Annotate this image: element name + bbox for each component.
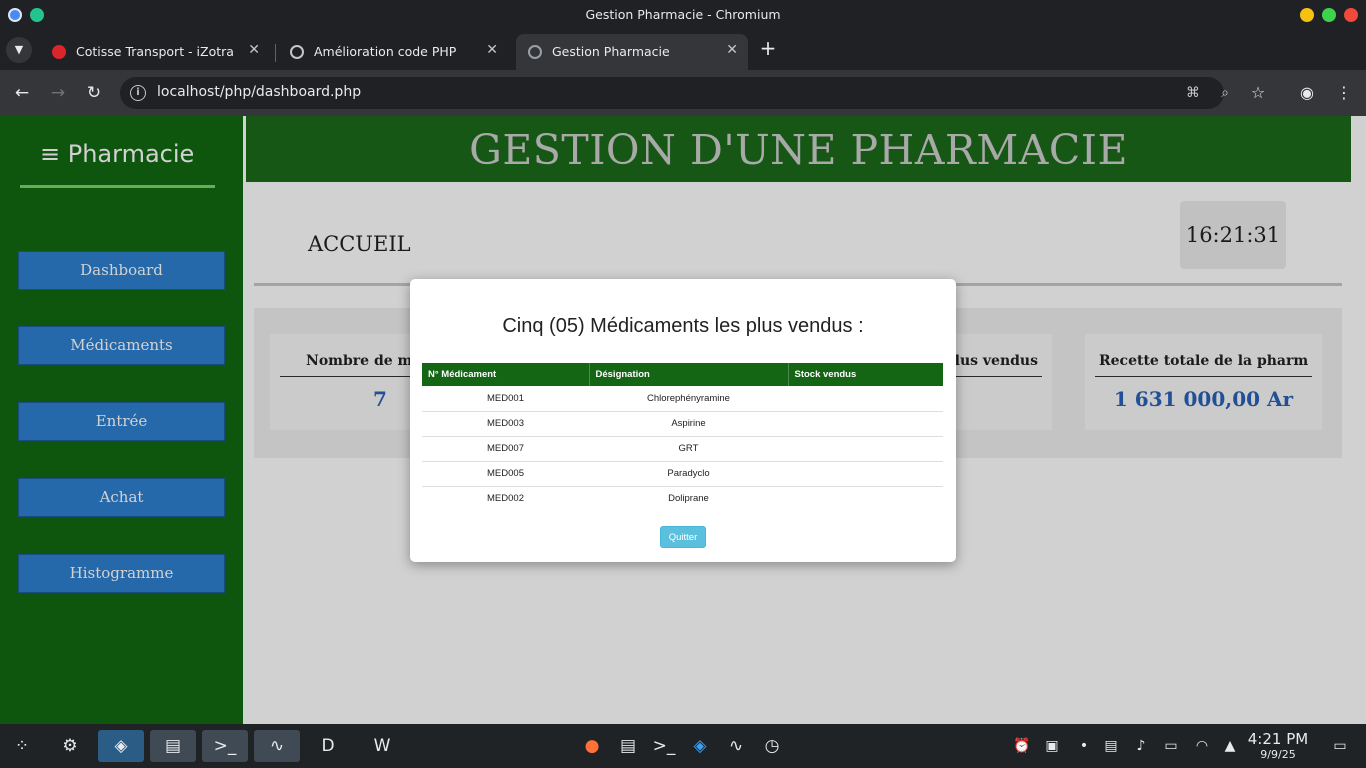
files-dock-icon[interactable]: ▤ [612,730,644,762]
table-row: MED001 Chlorephényramine [422,386,943,412]
table-cell: MED007 [422,436,589,462]
close-icon[interactable]: ✕ [486,42,498,58]
system-monitor-taskbar-icon[interactable]: ∿ [254,730,300,762]
table-cell [788,436,943,462]
table-row: MED002 Doliprane [422,486,943,511]
table-cell: GRT [589,436,788,462]
table-cell: Chlorephényramine [589,386,788,412]
settings-gear-icon[interactable]: ⚙ [54,730,86,762]
new-tab-button[interactable]: + [756,36,780,60]
files-taskbar-icon[interactable]: ▤ [150,730,196,762]
firefox-dock-icon[interactable]: ● [576,730,608,762]
column-header: Désignation [589,363,789,386]
window-title: Gestion Pharmacie - Chromium [585,7,781,22]
battery-icon[interactable]: ▭ [1161,736,1181,756]
chevron-down-icon: ▼ [14,43,24,56]
tab-search-button[interactable]: ▼ [6,37,32,63]
arrow-right-icon: → [50,83,66,103]
alarm-icon[interactable]: ⏰ [1012,736,1032,756]
table-row: MED005 Paradyclo [422,461,943,487]
close-icon[interactable]: ✕ [248,42,260,58]
wifi-icon[interactable]: ◠ [1192,736,1212,756]
reload-icon: ↻ [86,83,102,103]
workbench-taskbar-icon[interactable]: W [366,730,398,762]
tab-label: Cotisse Transport - iZotra [76,44,234,59]
volume-icon[interactable]: ♪ [1131,736,1151,756]
tab-label: Amélioration code PHP [314,44,457,59]
zoom-icon[interactable]: ⌕ [1216,84,1234,102]
tab-cotisse-transport[interactable]: Cotisse Transport - iZotra ✕ [40,34,270,70]
site-info-icon[interactable]: i [130,85,146,101]
arrow-left-icon: ← [14,83,30,103]
table-cell: Doliprane [668,493,709,505]
globe-icon [528,45,542,59]
clock-dock-icon[interactable]: ◷ [756,730,788,762]
taskbar: ⁘ ⚙ ◈ ▤ >_ ∿ D W ● ▤ >_ ◈ ∿ ◷ ⏰ ▣ • ▤ ♪ … [0,724,1366,768]
table-cell [788,386,943,412]
taskbar-date: 9/9/25 [1260,748,1296,761]
address-bar[interactable]: i localhost/php/dashboard.php ⌘ ⌕ [120,77,1229,109]
table-cell: MED003 [422,411,589,437]
table-cell: Paradyclo [589,461,788,487]
top-sellers-modal: Cinq (05) Médicaments les plus vendus : … [410,279,956,562]
tab-label: Gestion Pharmacie [552,44,670,59]
tab-strip: ▼ Cotisse Transport - iZotra ✕ Améliorat… [0,30,1366,70]
app-launcher-icon[interactable]: ⁘ [6,730,38,762]
close-icon[interactable]: ✕ [726,42,738,58]
column-header: N° Médicament [422,363,590,386]
menu-kebab-icon[interactable]: ⋮ [1331,80,1357,106]
show-desktop-icon[interactable]: ▭ [1330,736,1350,756]
column-header: Stock vendus [788,363,943,386]
table-cell: MED002 [487,493,524,505]
tab-separator [275,44,276,62]
tray-expand-icon[interactable]: ▲ [1220,736,1240,756]
tab-gestion-pharmacie[interactable]: Gestion Pharmacie ✕ [516,34,748,70]
table-cell [788,486,943,511]
taskbar-clock[interactable]: 4:21 PM 9/9/25 [1246,730,1310,761]
table-cell: MED001 [422,386,589,412]
table-header-row: N° Médicament Désignation Stock vendus [422,363,943,386]
top-sellers-table: N° Médicament Désignation Stock vendus M… [422,363,943,511]
table-row: MED003 Aspirine [422,411,943,437]
table-cell: Aspirine [589,411,788,437]
table-cell [788,461,943,487]
table-row: MED007 GRT [422,436,943,462]
network-indicator-icon[interactable]: • [1074,736,1094,756]
forward-button[interactable]: → [45,80,71,106]
dbeaver-taskbar-icon[interactable]: D [312,730,344,762]
terminal-taskbar-icon[interactable]: >_ [202,730,248,762]
openai-favicon-icon [290,45,304,59]
bookmark-star-icon[interactable]: ☆ [1245,80,1271,106]
modal-title: Cinq (05) Médicaments les plus vendus : [502,315,864,337]
reload-button[interactable]: ↻ [81,80,107,106]
tab-amelioration-php[interactable]: Amélioration code PHP ✕ [278,34,508,70]
maximize-button[interactable] [1322,8,1336,22]
notes-icon[interactable]: ▤ [1101,736,1121,756]
url-text[interactable]: localhost/php/dashboard.php [157,84,361,100]
terminal-dock-icon[interactable]: >_ [648,730,680,762]
back-button[interactable]: ← [9,80,35,106]
izotra-favicon-icon [52,45,66,59]
quit-button[interactable]: Quitter [660,526,706,548]
window-title-bar: Gestion Pharmacie - Chromium [0,0,1366,30]
table-cell: MED005 [422,461,589,487]
page-content: ≡ Pharmacie Dashboard Médicaments Entrée… [0,116,1366,724]
browser-toolbar: ← → ↻ i localhost/php/dashboard.php ⌘ ⌕ … [0,70,1366,116]
clipboard-icon[interactable]: ▣ [1042,736,1062,756]
taskbar-time: 4:21 PM [1247,730,1309,748]
close-window-button[interactable] [1344,8,1358,22]
translate-icon[interactable]: ⌘ [1184,84,1202,102]
table-cell [788,411,943,437]
plus-icon: + [759,36,777,60]
minimize-button[interactable] [1300,8,1314,22]
vscode-taskbar-icon[interactable]: ◈ [98,730,144,762]
vscode-dock-icon[interactable]: ◈ [684,730,716,762]
system-monitor-dock-icon[interactable]: ∿ [720,730,752,762]
profile-icon[interactable]: ◉ [1294,80,1320,106]
